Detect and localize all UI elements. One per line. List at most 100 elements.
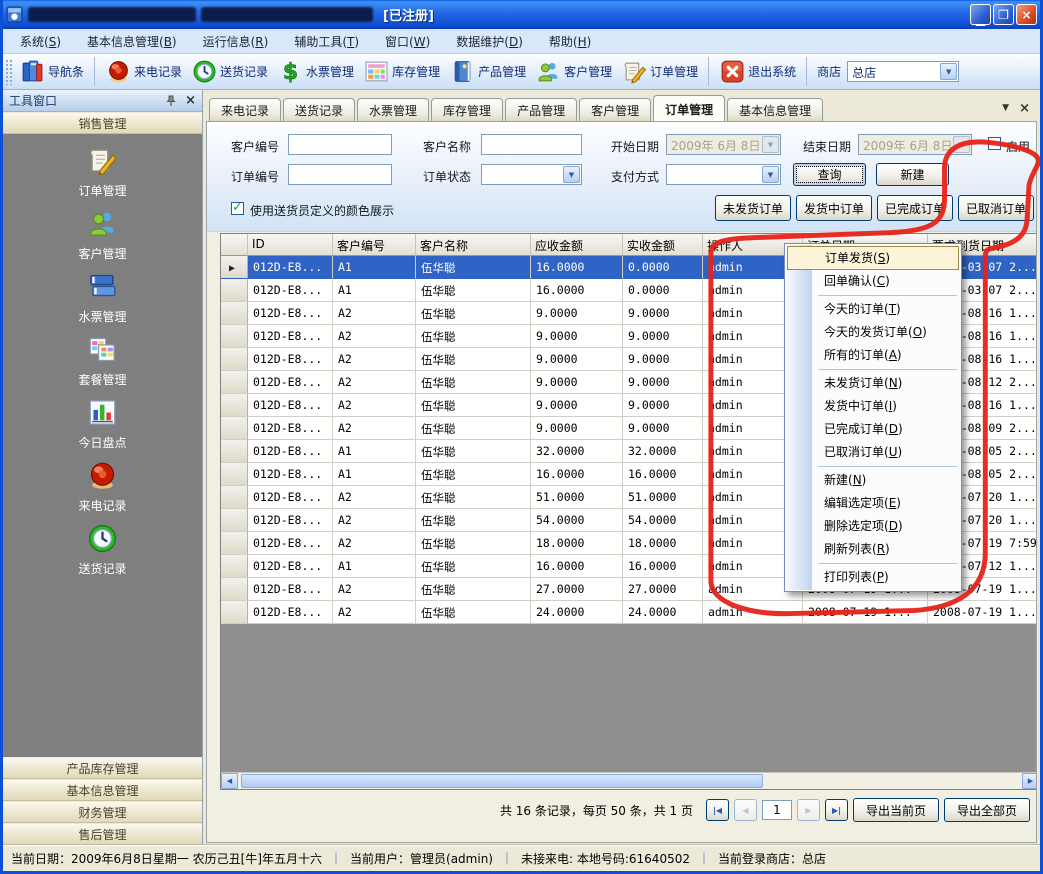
menu-item[interactable]: 基本信息管理(B) (74, 29, 190, 54)
shop-select[interactable]: 总店 ▼ (847, 61, 959, 82)
horizontal-scrollbar[interactable]: ◀ ▶ (221, 772, 1037, 789)
table-row[interactable]: 012D-E8... A2 伍华聪 24.0000 24.0000 admin … (221, 601, 1037, 624)
row-selector-cell[interactable] (221, 463, 248, 486)
order-status-filter-button[interactable]: 已完成订单 (877, 195, 953, 221)
toolbar-button[interactable]: 客户管理 (531, 57, 617, 86)
chevron-down-icon[interactable]: ▼ (940, 63, 957, 80)
row-selector-cell[interactable] (221, 394, 248, 417)
minimize-button[interactable]: ▁ (970, 4, 991, 25)
scrollbar-thumb[interactable] (241, 774, 763, 788)
row-selector-cell[interactable] (221, 325, 248, 348)
row-selector-cell[interactable] (221, 348, 248, 371)
export-current-page-button[interactable]: 导出当前页 (853, 798, 939, 822)
query-button[interactable]: 查询 (793, 163, 866, 186)
tab-list-dropdown-icon[interactable]: ▼ (1002, 103, 1009, 113)
column-header[interactable] (221, 234, 248, 256)
tab[interactable]: 水票管理 (357, 98, 429, 121)
start-date-picker[interactable]: 2009年 6月 8日 ▼ (666, 134, 781, 155)
tab[interactable]: 产品管理 (505, 98, 577, 121)
menu-item[interactable]: 运行信息(R) (190, 29, 282, 54)
tab[interactable]: 来电记录 (209, 98, 281, 121)
context-menu-item[interactable]: 今天的订单(T) (786, 298, 960, 321)
order-status-filter-button[interactable]: 已取消订单 (958, 195, 1034, 221)
context-menu-item[interactable]: 未发货订单(N) (786, 372, 960, 395)
row-selector-cell[interactable] (221, 532, 248, 555)
customer-name-input[interactable] (481, 134, 582, 155)
row-selector-cell[interactable] (221, 555, 248, 578)
toolbar-button[interactable]: 库存管理 (359, 57, 445, 86)
menu-item[interactable]: 数据维护(D) (443, 29, 536, 54)
sidebar-item[interactable]: 套餐管理 (3, 330, 202, 393)
menu-item[interactable]: 辅助工具(T) (281, 29, 372, 54)
context-menu-item[interactable]: 今天的发货订单(O) (786, 321, 960, 344)
sidebar-item[interactable]: 订单管理 (3, 141, 202, 204)
chevron-down-icon[interactable]: ▼ (762, 166, 779, 183)
column-header[interactable]: 客户名称 (416, 234, 531, 256)
sidebar-item[interactable]: 客户管理 (3, 204, 202, 267)
sidebar-group-bar[interactable]: 产品库存管理 (3, 757, 202, 779)
context-menu-item[interactable]: 已取消订单(U) (786, 441, 960, 464)
sidebar-item[interactable]: 送货记录 (3, 519, 202, 582)
tab[interactable]: 基本信息管理 (727, 98, 823, 121)
row-selector-cell[interactable] (221, 302, 248, 325)
context-menu-item[interactable]: 打印列表(P) (786, 566, 960, 589)
prev-page-button[interactable]: ◀ (734, 799, 757, 821)
order-status-filter-button[interactable]: 未发货订单 (715, 195, 791, 221)
toolbar-button[interactable]: 订单管理 (617, 57, 709, 86)
restore-button[interactable]: ❐ (993, 4, 1014, 25)
row-selector-cell[interactable] (221, 279, 248, 302)
customer-no-input[interactable] (288, 134, 392, 155)
context-menu-item[interactable]: 订单发货(S) (787, 246, 959, 270)
row-selector-cell[interactable] (221, 417, 248, 440)
toolbar-button[interactable]: 送货记录 (187, 57, 273, 86)
tab[interactable]: 订单管理 (653, 95, 725, 121)
end-date-picker[interactable]: 2009年 6月 8日 ▼ (858, 134, 972, 155)
column-header[interactable]: 实收金额 (623, 234, 703, 256)
order-no-input[interactable] (288, 164, 392, 185)
context-menu-item[interactable]: 删除选定项(D) (786, 515, 960, 538)
close-icon[interactable]: × (185, 94, 196, 107)
row-selector-cell[interactable] (221, 256, 248, 279)
courier-color-checkbox[interactable] (231, 202, 244, 215)
row-selector-cell[interactable] (221, 371, 248, 394)
export-all-pages-button[interactable]: 导出全部页 (944, 798, 1030, 822)
column-header[interactable]: 应收金额 (531, 234, 623, 256)
toolbar-button[interactable]: 退出系统 (715, 57, 807, 86)
context-menu-item[interactable]: 新建(N) (786, 469, 960, 492)
row-selector-cell[interactable] (221, 509, 248, 532)
row-selector-cell[interactable] (221, 486, 248, 509)
close-button[interactable]: × (1016, 4, 1037, 25)
context-menu-item[interactable]: 所有的订单(A) (786, 344, 960, 367)
context-menu-item[interactable]: 已完成订单(D) (786, 418, 960, 441)
sidebar-group-bar[interactable]: 基本信息管理 (3, 779, 202, 801)
page-number-input[interactable] (762, 800, 792, 820)
menu-item[interactable]: 窗口(W) (372, 29, 443, 54)
chevron-down-icon[interactable]: ▼ (563, 166, 580, 183)
last-page-button[interactable]: ▶| (825, 799, 848, 821)
row-selector-cell[interactable] (221, 440, 248, 463)
toolbar-button[interactable]: 导航条 (15, 57, 95, 86)
sidebar-group-bar[interactable]: 财务管理 (3, 801, 202, 823)
pin-icon[interactable] (165, 95, 177, 107)
next-page-button[interactable]: ▶ (797, 799, 820, 821)
tab[interactable]: 库存管理 (431, 98, 503, 121)
context-menu-item[interactable]: 编辑选定项(E) (786, 492, 960, 515)
enable-checkbox[interactable] (988, 137, 1001, 150)
sidebar-item[interactable]: 水票管理 (3, 267, 202, 330)
context-menu-item[interactable]: 发货中订单(I) (786, 395, 960, 418)
context-menu-item[interactable]: 刷新列表(R) (786, 538, 960, 561)
order-status-select[interactable]: ▼ (481, 164, 582, 185)
order-status-filter-button[interactable]: 发货中订单 (796, 195, 872, 221)
toolbar-button[interactable]: $ 水票管理 (273, 57, 359, 86)
column-header[interactable]: ID (248, 234, 333, 256)
pay-method-select[interactable]: ▼ (666, 164, 781, 185)
menu-item[interactable]: 帮助(H) (536, 29, 604, 54)
tab-close-icon[interactable]: × (1019, 101, 1030, 116)
context-menu-item[interactable]: 回单确认(C) (786, 270, 960, 293)
menu-item[interactable]: 系统(S) (7, 29, 74, 54)
new-button[interactable]: 新建 (876, 163, 949, 186)
sidebar-group-sales[interactable]: 销售管理 (3, 112, 202, 134)
scroll-left-icon[interactable]: ◀ (221, 773, 238, 789)
column-header[interactable]: 客户编号 (333, 234, 416, 256)
row-selector-cell[interactable] (221, 578, 248, 601)
